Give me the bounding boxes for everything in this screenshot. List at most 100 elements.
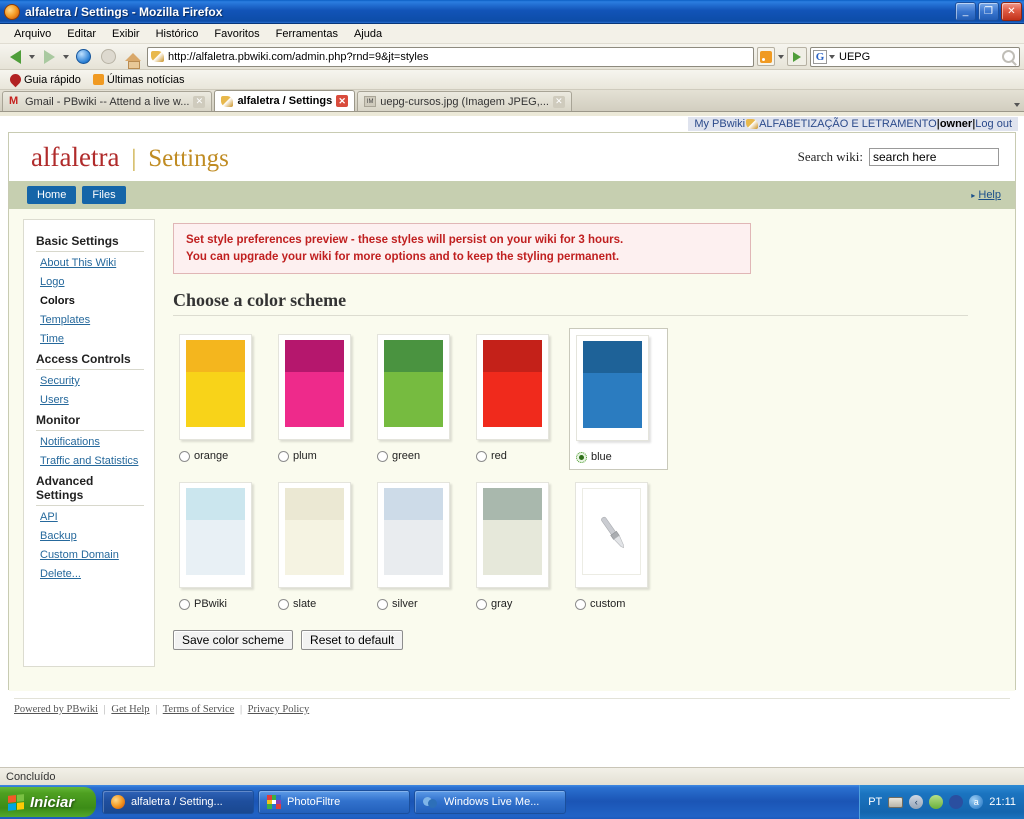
menu-item-arquivo[interactable]: Arquivo — [6, 26, 59, 42]
bookmark-ultimas-noticias[interactable]: Últimas notícias — [89, 73, 189, 87]
footer-link-get-help[interactable]: Get Help — [111, 704, 149, 715]
sidebar-item-logo[interactable]: Logo — [40, 276, 144, 288]
scheme-option-blue[interactable]: blue — [569, 328, 668, 471]
color-scheme-row-1: orange plum green red blue — [173, 328, 997, 471]
maximize-button[interactable]: ❐ — [978, 2, 999, 21]
google-icon[interactable]: G — [813, 49, 827, 64]
scheme-option-pbwiki[interactable]: PBwiki — [173, 476, 272, 616]
bookmark-guia-rapido[interactable]: Guia rápido — [6, 71, 85, 88]
windows-flag-icon — [8, 793, 24, 811]
stop-button[interactable] — [97, 46, 119, 68]
security-shield-icon[interactable]: ‹ — [909, 795, 924, 809]
reload-button[interactable] — [72, 46, 94, 68]
scheme-option-red[interactable]: red — [470, 328, 569, 470]
menu-item-exibir[interactable]: Exibir — [104, 26, 148, 42]
sidebar-item-backup[interactable]: Backup — [40, 530, 144, 542]
scheme-radio-orange[interactable] — [179, 450, 190, 462]
menu-item-ferramentas[interactable]: Ferramentas — [268, 26, 346, 42]
sidebar-item-notifications[interactable]: Notifications — [40, 436, 144, 448]
forward-dropdown-icon[interactable] — [63, 54, 69, 59]
language-indicator[interactable]: PT — [868, 796, 882, 808]
menu-item-historico[interactable]: Histórico — [148, 26, 207, 42]
scheme-option-slate[interactable]: slate — [272, 476, 371, 616]
sidebar-item-templates[interactable]: Templates — [40, 314, 144, 326]
wiki-name-link[interactable]: ALFABETIZAÇÃO E LETRAMENTO — [759, 118, 937, 130]
sidebar-item-security[interactable]: Security — [40, 375, 144, 387]
minimize-button[interactable]: _ — [955, 2, 976, 21]
scheme-option-plum[interactable]: plum — [272, 328, 371, 470]
scheme-option-orange[interactable]: orange — [173, 328, 272, 470]
menu-item-ajuda[interactable]: Ajuda — [346, 26, 390, 42]
menu-item-favoritos[interactable]: Favoritos — [206, 26, 267, 42]
tab-uepg-cursos[interactable]: IM uepg-cursos.jpg (Imagem JPEG,... ✕ — [357, 91, 572, 111]
scheme-radio-slate[interactable] — [278, 598, 289, 610]
back-dropdown-icon[interactable] — [29, 54, 35, 59]
help-link[interactable]: Help — [978, 189, 1001, 201]
sidebar-item-users[interactable]: Users — [40, 394, 144, 406]
scheme-radio-pbwiki[interactable] — [179, 598, 190, 610]
footer-link-terms-of-service[interactable]: Terms of Service — [163, 704, 235, 715]
sidebar-heading-monitor: Monitor — [36, 413, 80, 427]
scheme-thumbnail — [575, 482, 648, 589]
scheme-option-gray[interactable]: gray — [470, 476, 569, 616]
home-button[interactable] — [122, 46, 144, 69]
scheme-option-custom[interactable]: custom — [569, 476, 668, 616]
logout-link[interactable]: Log out — [975, 118, 1012, 130]
scheme-radio-gray[interactable] — [476, 598, 487, 610]
tab-gmail[interactable]: M Gmail - PBwiki -- Attend a live w... ✕ — [2, 91, 213, 111]
taskbar-item-windows-live-messenger[interactable]: Windows Live Me... — [414, 790, 566, 814]
scheme-option-silver[interactable]: silver — [371, 476, 470, 616]
reset-to-default-button[interactable]: Reset to default — [301, 630, 404, 651]
save-color-scheme-button[interactable]: Save color scheme — [173, 630, 294, 651]
tab-close-icon[interactable]: ✕ — [193, 95, 206, 108]
scheme-label: plum — [293, 450, 317, 463]
scheme-radio-red[interactable] — [476, 450, 487, 462]
forward-button[interactable] — [38, 46, 60, 68]
sidebar-item-custom-domain[interactable]: Custom Domain — [40, 549, 144, 561]
go-button[interactable] — [787, 47, 807, 66]
scheme-radio-green[interactable] — [377, 450, 388, 462]
nav-tab-home[interactable]: Home — [27, 186, 77, 204]
scheme-radio-blue[interactable] — [576, 451, 587, 463]
scheme-radio-plum[interactable] — [278, 450, 289, 462]
sidebar-item-delete[interactable]: Delete... — [40, 568, 144, 580]
feed-button[interactable] — [757, 47, 775, 66]
start-button[interactable]: Iniciar — [0, 787, 96, 817]
network-icon[interactable] — [949, 795, 964, 809]
search-wiki-input[interactable] — [869, 148, 999, 166]
sidebar-item-colors[interactable]: Colors — [40, 295, 144, 307]
feed-dropdown-icon[interactable] — [778, 54, 784, 59]
page-favicon-icon — [151, 51, 164, 62]
tab-list-dropdown-icon[interactable] — [1014, 103, 1020, 107]
printer-icon[interactable] — [888, 796, 904, 808]
taskbar-item-photofiltre[interactable]: PhotoFiltre — [258, 790, 410, 814]
clock[interactable]: 21:11 — [989, 796, 1016, 808]
footer-link-powered-by-pbwiki[interactable]: Powered by PBwiki — [14, 704, 98, 715]
my-pbwiki-link[interactable]: My PBwiki — [694, 118, 745, 130]
sidebar-item-time[interactable]: Time — [40, 333, 144, 345]
sidebar-item-about-this-wiki[interactable]: About This Wiki — [40, 257, 144, 269]
sidebar-item-api[interactable]: API — [40, 511, 144, 523]
nav-tab-files[interactable]: Files — [82, 186, 126, 204]
scheme-radio-custom[interactable] — [575, 598, 586, 610]
user-icon[interactable] — [929, 795, 944, 809]
tab-alfaletra-settings[interactable]: alfaletra / Settings ✕ — [214, 90, 356, 111]
tab-bar: M Gmail - PBwiki -- Attend a live w... ✕… — [0, 90, 1024, 112]
scheme-label: silver — [392, 598, 418, 611]
back-button[interactable] — [4, 46, 26, 68]
taskbar-item-firefox[interactable]: alfaletra / Setting... — [102, 790, 254, 814]
sidebar-item-traffic-and-statistics[interactable]: Traffic and Statistics — [40, 455, 144, 467]
menu-item-editar[interactable]: Editar — [59, 26, 104, 42]
tab-close-icon[interactable]: ✕ — [552, 95, 565, 108]
close-button[interactable]: ✕ — [1001, 2, 1022, 21]
wiki-frame: alfaletra | Settings Search wiki: Home F… — [8, 132, 1016, 691]
wiki-title[interactable]: alfaletra — [31, 142, 119, 173]
scheme-option-green[interactable]: green — [371, 328, 470, 470]
footer-link-privacy-policy[interactable]: Privacy Policy — [248, 704, 310, 715]
adobe-icon[interactable]: a — [969, 795, 984, 809]
browser-search-box[interactable]: G UEPG — [810, 46, 1020, 67]
tab-close-icon[interactable]: ✕ — [336, 95, 349, 107]
scheme-radio-silver[interactable] — [377, 598, 388, 610]
url-bar[interactable]: http://alfaletra.pbwiki.com/admin.php?rn… — [147, 46, 754, 67]
search-icon[interactable] — [1002, 50, 1015, 63]
